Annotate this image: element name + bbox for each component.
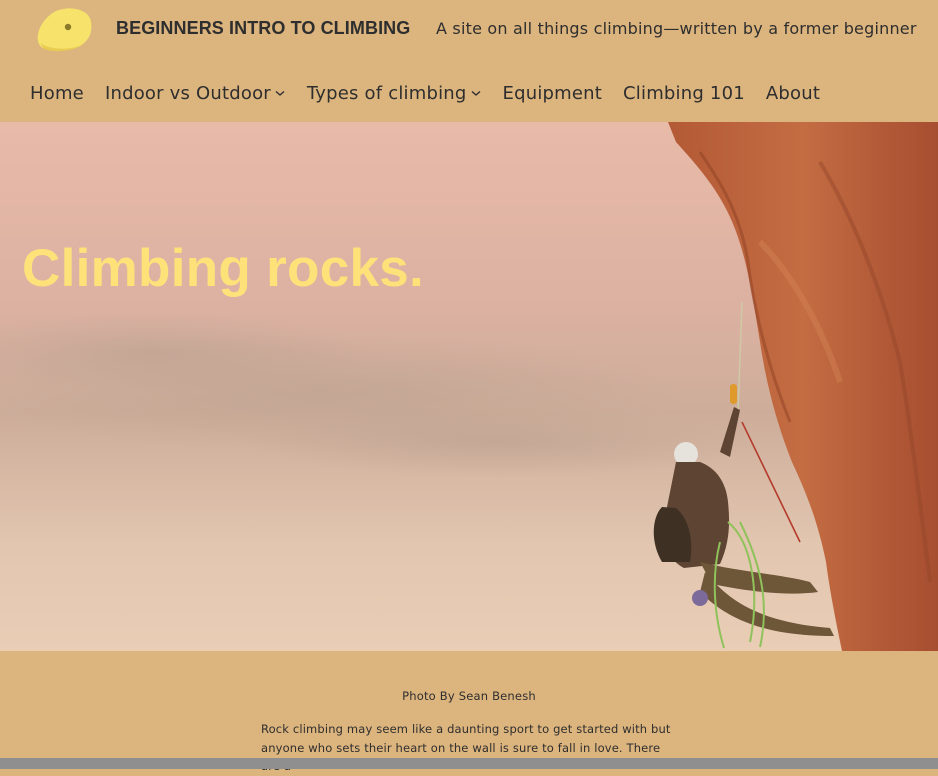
site-title[interactable]: BEGINNERS INTRO TO CLIMBING xyxy=(116,18,410,39)
intro-line-2: anyone who sets their heart on the wall … xyxy=(261,740,661,774)
climbing-hold-icon[interactable] xyxy=(34,5,94,53)
hero-title: Climbing rocks. xyxy=(22,239,425,298)
nav-equipment[interactable]: Equipment xyxy=(503,83,603,104)
site-tagline: A site on all things climbing—written by… xyxy=(436,19,917,38)
bottom-overlay-bar xyxy=(0,758,938,769)
nav-home-label: Home xyxy=(30,82,84,104)
chevron-down-icon xyxy=(275,90,285,96)
main-nav: Home Indoor vs Outdoor Types of climbing… xyxy=(30,80,820,106)
hero-image xyxy=(0,122,938,651)
photo-caption: Photo By Sean Benesh xyxy=(402,689,536,703)
site-header: BEGINNERS INTRO TO CLIMBING A site on al… xyxy=(0,0,938,122)
nav-climbing-101[interactable]: Climbing 101 xyxy=(623,83,745,104)
intro-line-1: Rock climbing may seem like a daunting s… xyxy=(261,722,671,736)
nav-climbing-101-label: Climbing 101 xyxy=(623,82,745,104)
nav-types-of-climbing[interactable]: Types of climbing xyxy=(307,83,482,104)
hero-banner: Climbing rocks. xyxy=(0,122,938,651)
nav-about-label: About xyxy=(765,82,821,104)
nav-indoor-vs-outdoor[interactable]: Indoor vs Outdoor xyxy=(105,83,286,104)
chevron-down-icon xyxy=(471,90,480,96)
nav-indoor-vs-outdoor-label: Indoor vs Outdoor xyxy=(104,82,271,104)
nav-about[interactable]: About xyxy=(766,83,820,104)
nav-equipment-label: Equipment xyxy=(502,82,603,104)
nav-types-of-climbing-label: Types of climbing xyxy=(306,82,467,104)
nav-home[interactable]: Home xyxy=(30,83,84,104)
